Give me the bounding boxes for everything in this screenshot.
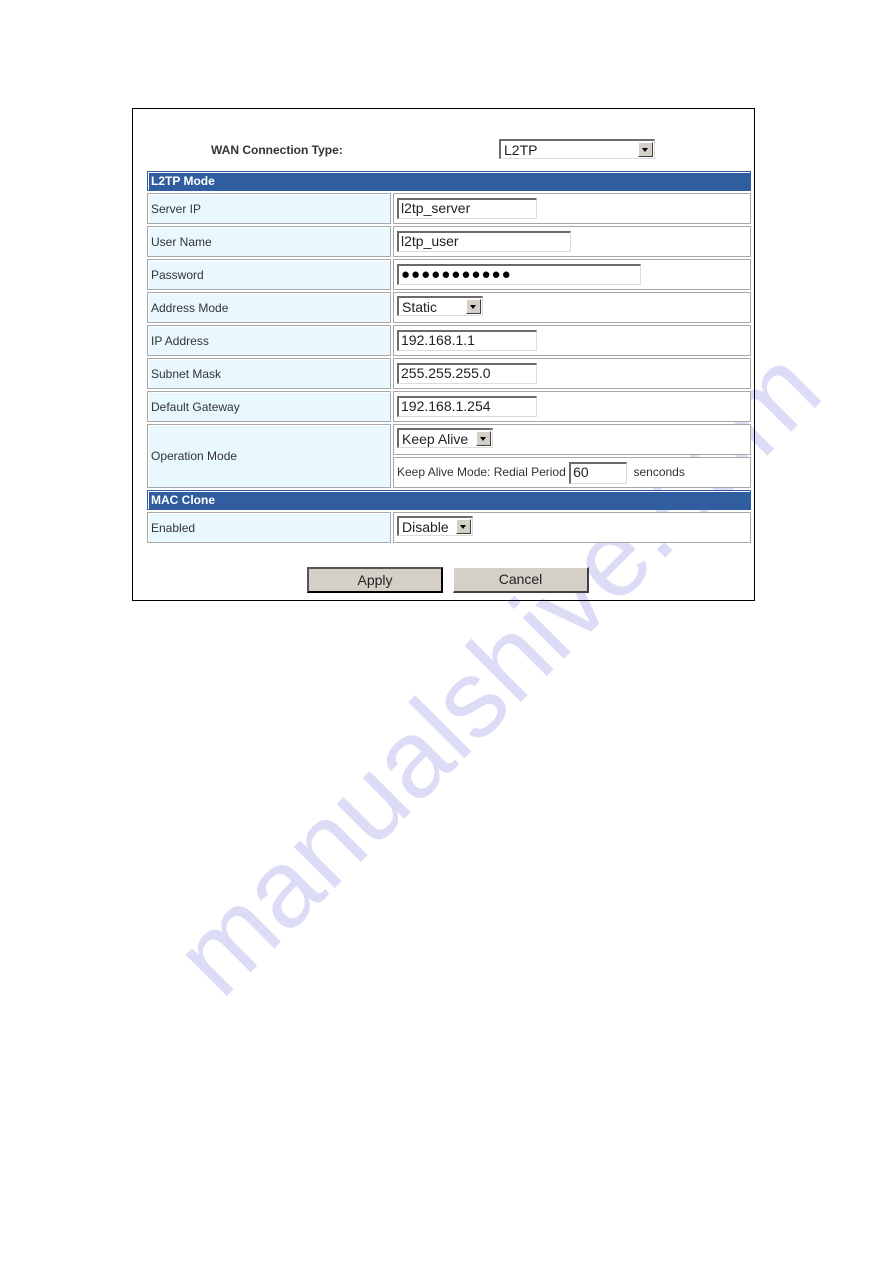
default-gateway-input[interactable]: 192.168.1.254 <box>397 396 537 417</box>
table-row: User Name l2tp_user <box>147 226 751 257</box>
chevron-down-icon[interactable] <box>466 299 481 314</box>
table-row: Server IP l2tp_server <box>147 193 751 224</box>
mac-clone-wrapper: Disable <box>397 516 473 539</box>
address-mode-label: Address Mode <box>147 292 391 323</box>
password-input[interactable]: ●●●●●●●●●●● <box>397 264 641 285</box>
wan-connection-type-row: WAN Connection Type: L2TP <box>133 139 754 163</box>
redial-period-unit: senconds <box>633 464 685 479</box>
mac-clone-enabled-value: Disable <box>402 519 449 535</box>
ip-address-cell: 192.168.1.1 <box>393 325 751 356</box>
section-header-row: L2TP Mode <box>147 171 751 191</box>
default-gateway-label: Default Gateway <box>147 391 391 422</box>
subnet-mask-label: Subnet Mask <box>147 358 391 389</box>
settings-table: L2TP Mode Server IP l2tp_server User Nam… <box>145 169 753 545</box>
table-row: Default Gateway 192.168.1.254 <box>147 391 751 422</box>
wan-connection-type-select[interactable]: L2TP <box>499 139 655 159</box>
operation-mode-cell: Keep Alive <box>393 424 751 455</box>
table-row: Password ●●●●●●●●●●● <box>147 259 751 290</box>
section-header-row: MAC Clone <box>147 490 751 510</box>
mac-clone-header: MAC Clone <box>147 490 751 510</box>
password-cell: ●●●●●●●●●●● <box>393 259 751 290</box>
server-ip-input[interactable]: l2tp_server <box>397 198 537 219</box>
ip-address-label: IP Address <box>147 325 391 356</box>
user-name-input[interactable]: l2tp_user <box>397 231 571 252</box>
chevron-down-icon[interactable] <box>456 519 471 534</box>
subnet-mask-input[interactable]: 255.255.255.0 <box>397 363 537 384</box>
chevron-down-icon[interactable] <box>476 431 491 446</box>
address-mode-cell: Static <box>393 292 751 323</box>
address-mode-wrapper: Static <box>397 296 483 319</box>
operation-mode-label: Operation Mode <box>147 424 391 488</box>
action-buttons: Apply Cancel <box>133 567 754 593</box>
table-row: Address Mode Static <box>147 292 751 323</box>
operation-mode-wrapper: Keep Alive <box>397 428 493 451</box>
user-name-label: User Name <box>147 226 391 257</box>
cancel-button[interactable]: Cancel <box>453 567 589 593</box>
redial-period-input[interactable]: 60 <box>569 461 628 484</box>
subnet-mask-cell: 255.255.255.0 <box>393 358 751 389</box>
wan-connection-type-value: L2TP <box>504 142 538 158</box>
mac-clone-enabled-label: Enabled <box>147 512 391 543</box>
table-row: Subnet Mask 255.255.255.0 <box>147 358 751 389</box>
l2tp-mode-header: L2TP Mode <box>147 171 751 191</box>
address-mode-select[interactable]: Static <box>397 296 483 316</box>
operation-mode-value: Keep Alive <box>402 431 469 447</box>
ip-address-input[interactable]: 192.168.1.1 <box>397 330 537 351</box>
operation-mode-select[interactable]: Keep Alive <box>397 428 493 448</box>
apply-button[interactable]: Apply <box>307 567 443 593</box>
redial-period-label: Keep Alive Mode: Redial Period <box>397 464 566 479</box>
mac-clone-enabled-select[interactable]: Disable <box>397 516 473 536</box>
password-label: Password <box>147 259 391 290</box>
table-row: Enabled Disable <box>147 512 751 543</box>
address-mode-value: Static <box>402 299 438 315</box>
server-ip-cell: l2tp_server <box>393 193 751 224</box>
mac-clone-enabled-cell: Disable <box>393 512 751 543</box>
chevron-down-icon[interactable] <box>638 142 653 157</box>
wan-connection-type-label: WAN Connection Type: <box>211 143 343 157</box>
table-row: Operation Mode Keep Alive <box>147 424 751 488</box>
default-gateway-cell: 192.168.1.254 <box>393 391 751 422</box>
l2tp-settings-panel: WAN Connection Type: L2TP L2TP Mode Serv… <box>132 108 755 601</box>
server-ip-label: Server IP <box>147 193 391 224</box>
redial-period-cell: Keep Alive Mode: Redial Period 60 sencon… <box>393 457 751 488</box>
user-name-cell: l2tp_user <box>393 226 751 257</box>
table-row: IP Address 192.168.1.1 <box>147 325 751 356</box>
